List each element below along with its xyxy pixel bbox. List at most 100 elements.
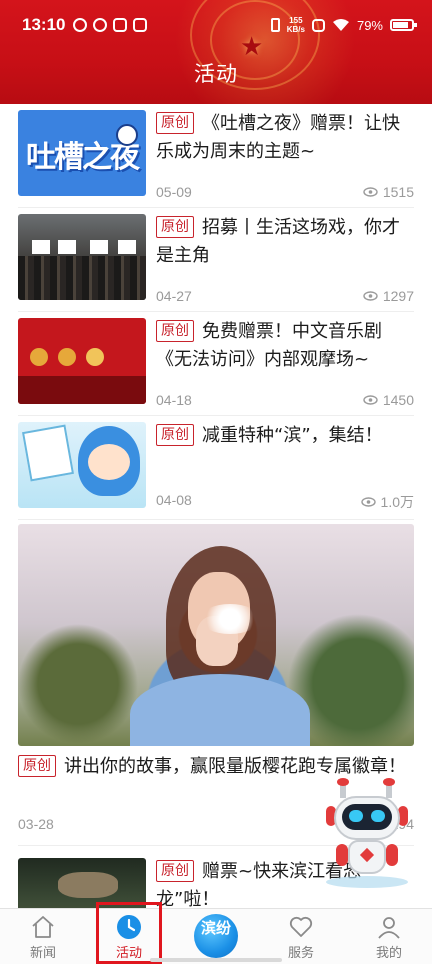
dinosaur-image (58, 872, 118, 898)
featured-title[interactable]: 原创 讲出你的故事，赢限量版樱花跑专属徽章！ (18, 752, 414, 782)
article-title[interactable]: 原创 招募丨生活这场戏，你才是主角 (156, 214, 414, 270)
article-meta: 04-27 1297 (156, 288, 414, 304)
article-date: 04-18 (156, 392, 192, 408)
view-count-value: 1.0万 (380, 494, 414, 510)
page-title: 活动 (194, 62, 238, 86)
view-count: 1515 (363, 184, 414, 200)
robot-assistant-icon[interactable] (322, 778, 412, 890)
cherry-blossom-image (200, 604, 260, 634)
article-meta: 04-08 1.0万 (156, 492, 414, 512)
battery-percent: 79% (356, 17, 383, 33)
vibrate-icon (270, 18, 280, 32)
no-sim-icon (311, 18, 325, 32)
list-item[interactable]: 原创 减重特种“滨”，集结！ 04-08 1.0万 (18, 416, 414, 520)
tiktok-icon (93, 18, 108, 32)
robot-antenna (337, 778, 349, 798)
tab-profile[interactable]: 我的 (354, 909, 424, 964)
eye-icon (360, 497, 376, 507)
article-date: 04-08 (156, 492, 192, 508)
robot-eye (349, 810, 363, 822)
network-speed-value: 155 (289, 16, 303, 25)
robot-antenna (383, 778, 395, 798)
article-body[interactable]: 原创 免费赠票！中文音乐剧《无法访问》内部观摩场~ 04-18 1450 (156, 318, 414, 408)
home-indicator[interactable] (150, 958, 282, 962)
app-notification-icon (133, 18, 148, 32)
sign-prop (118, 240, 136, 254)
featured-image[interactable] (18, 524, 414, 746)
robot-arm (336, 844, 348, 866)
original-badge: 原创 (156, 424, 194, 446)
list-item[interactable]: 原创 招募丨生活这场戏，你才是主角 04-27 1297 (18, 208, 414, 312)
article-body[interactable]: 原创 招募丨生活这场戏，你才是主角 04-27 1297 (156, 214, 414, 304)
tab-activity[interactable]: 活动 (94, 909, 164, 964)
scroll-prop (21, 424, 75, 482)
view-count-value: 1450 (382, 392, 414, 408)
crowd-image (18, 256, 146, 300)
article-thumbnail[interactable]: 吐槽之夜 (18, 110, 146, 196)
original-badge: 原创 (156, 112, 194, 134)
eye-icon (363, 291, 378, 301)
sign-prop (58, 240, 76, 254)
article-body[interactable]: 原创 减重特种“滨”，集结！ 04-08 1.0万 (156, 422, 414, 512)
article-body[interactable]: 原创 《吐槽之夜》赠票！让快乐成为周末的主题~ 05-09 1515 (156, 110, 414, 200)
status-indicators: 155 KB/s 79% (270, 16, 417, 34)
wifi-icon (332, 19, 349, 31)
status-bar: 13:10 155 KB/s 79% (0, 0, 432, 50)
robot-eye (371, 810, 385, 822)
tab-label: 新闻 (29, 946, 56, 961)
center-logo-text: 滨纷 (200, 919, 231, 937)
robot-shadow (326, 876, 408, 888)
article-thumbnail[interactable] (18, 422, 146, 508)
battery-icon (390, 19, 417, 31)
original-badge: 原创 (18, 755, 56, 777)
original-badge: 原创 (156, 216, 194, 238)
tab-news[interactable]: 新闻 (8, 909, 78, 964)
home-icon (30, 914, 56, 940)
notification-icons (73, 18, 148, 32)
network-speed: 155 KB/s (287, 16, 305, 34)
lantern-prop (58, 348, 76, 366)
article-meta: 05-09 1515 (156, 184, 414, 200)
article-date: 04-27 (156, 288, 192, 304)
status-time: 13:10 (22, 15, 66, 34)
article-date: 03-28 (18, 816, 54, 832)
app-notification-icon (73, 18, 88, 32)
app-header: ★ 13:10 155 KB/s 79% 活动 (0, 0, 432, 104)
app-notification-icon (113, 18, 128, 32)
article-title[interactable]: 原创 减重特种“滨”，集结！ (156, 422, 414, 450)
sign-prop (32, 240, 50, 254)
sign-prop (90, 240, 108, 254)
lantern-prop (30, 348, 48, 366)
eye-icon (363, 187, 378, 197)
eye-icon (363, 395, 378, 405)
lantern-prop (86, 348, 104, 366)
clock-icon (116, 914, 142, 940)
view-count: 1297 (363, 288, 414, 304)
original-badge: 原创 (156, 860, 194, 882)
view-count: 1.0万 (360, 492, 414, 512)
tab-binfen-logo[interactable]: 滨纷 (194, 914, 238, 958)
mascot-face (88, 444, 130, 480)
robot-arm (386, 844, 398, 866)
article-title[interactable]: 原创 免费赠票！中文音乐剧《无法访问》内部观摩场~ (156, 318, 414, 374)
article-thumbnail[interactable] (18, 858, 146, 908)
original-badge: 原创 (156, 320, 194, 342)
view-count: 1450 (363, 392, 414, 408)
view-count-value: 1515 (382, 184, 414, 200)
view-count-value: 1297 (382, 288, 414, 304)
heart-icon (288, 914, 314, 940)
list-item[interactable]: 原创 免费赠票！中文音乐剧《无法访问》内部观摩场~ 04-18 1450 (18, 312, 414, 416)
tab-label: 我的 (375, 946, 402, 961)
tab-service[interactable]: 服务 (266, 909, 336, 964)
article-date: 05-09 (156, 184, 192, 200)
speech-bubble-icon (116, 124, 138, 146)
article-thumbnail[interactable] (18, 318, 146, 404)
article-meta: 04-18 1450 (156, 392, 414, 408)
article-title[interactable]: 原创 《吐槽之夜》赠票！让快乐成为周末的主题~ (156, 110, 414, 166)
photo-sweater (130, 674, 310, 746)
article-thumbnail[interactable] (18, 214, 146, 300)
user-icon (376, 914, 402, 940)
article-title-text: 减重特种“滨”，集结！ (202, 425, 383, 446)
list-item[interactable]: 吐槽之夜 原创 《吐槽之夜》赠票！让快乐成为周末的主题~ 05-09 1515 (18, 104, 414, 208)
network-speed-unit: KB/s (286, 25, 305, 34)
